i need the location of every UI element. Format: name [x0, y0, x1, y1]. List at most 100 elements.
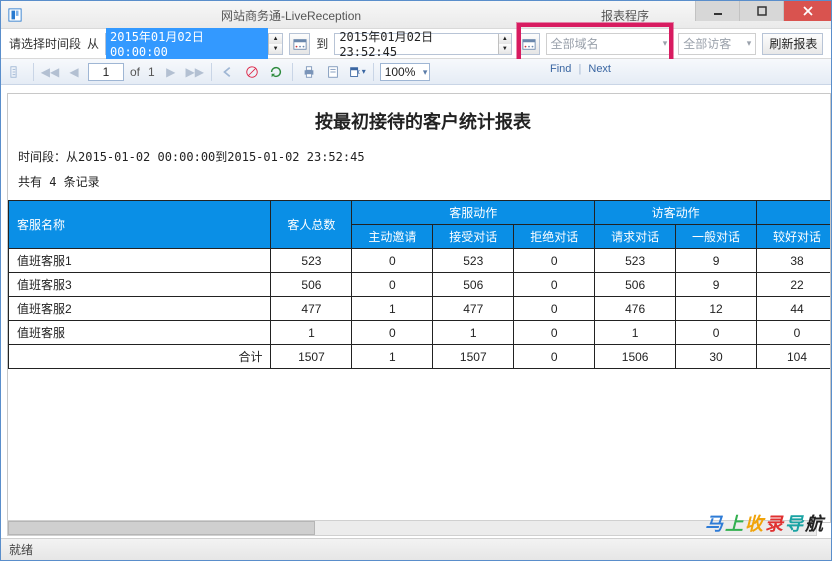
viewer-toolbar: ◀◀ ◀ 1 of 1 ▶ ▶▶ ▾ 100% Find | Next — [1, 59, 831, 85]
range-label: 请选择时间段 — [9, 35, 81, 52]
table-row: 值班客服2477147704761244 — [9, 297, 832, 321]
cell-request: 476 — [595, 297, 676, 321]
col-reject: 拒绝对话 — [514, 225, 595, 249]
cell-good: 38 — [757, 249, 831, 273]
find-next-links: Find | Next — [550, 63, 611, 75]
cell-invite: 0 — [352, 249, 433, 273]
date-to-spinner[interactable]: ▲▼ — [498, 34, 512, 54]
cell-invite: 0 — [352, 273, 433, 297]
table-row: 值班客服1010100 — [9, 321, 832, 345]
group-blank — [757, 201, 831, 225]
window-title-left: 网站商务通-LiveReception — [221, 7, 481, 24]
last-page-button[interactable]: ▶▶ — [185, 62, 205, 82]
prev-page-button[interactable]: ◀ — [64, 62, 84, 82]
filter-bar: 请选择时间段 从 2015年01月02日 00:00:00 ▲▼ 到 2015年… — [1, 29, 831, 59]
first-page-button[interactable]: ◀◀ — [40, 62, 60, 82]
zoom-select[interactable]: 100% — [380, 63, 431, 81]
horizontal-scrollbar[interactable] — [7, 520, 817, 536]
back-button[interactable] — [218, 62, 238, 82]
cell-accept: 506 — [433, 273, 514, 297]
col-request: 请求对话 — [595, 225, 676, 249]
cell-reject: 0 — [514, 273, 595, 297]
cell-normal: 12 — [676, 297, 757, 321]
scrollbar-thumb[interactable] — [8, 521, 315, 535]
date-to-field[interactable]: 2015年01月02日 23:52:45 ▲▼ — [334, 33, 512, 55]
report-area: 按最初接待的客户统计报表 时间段：从2015-01-02 00:00:00到20… — [1, 87, 831, 538]
print-button[interactable] — [299, 62, 319, 82]
date-to-value[interactable]: 2015年01月02日 23:52:45 — [335, 28, 497, 59]
cell-invite: 1 — [352, 297, 433, 321]
cell-name: 值班客服3 — [9, 273, 271, 297]
col-good: 较好对话 — [757, 225, 831, 249]
visitor-select-text: 全部访客 — [683, 35, 731, 52]
report-title: 按最初接待的客户统计报表 — [8, 94, 831, 144]
date-from-field[interactable]: 2015年01月02日 00:00:00 ▲▼ — [105, 33, 283, 55]
titlebar: 网站商务通-LiveReception 报表程序 — [1, 1, 831, 29]
next-page-button[interactable]: ▶ — [161, 62, 181, 82]
cell-name: 合计 — [9, 345, 271, 369]
cell-good: 104 — [757, 345, 831, 369]
cell-reject: 0 — [514, 345, 595, 369]
page-of-label: of — [128, 65, 142, 79]
status-bar: 就绪 — [1, 538, 831, 560]
cell-normal: 9 — [676, 273, 757, 297]
col-normal: 一般对话 — [676, 225, 757, 249]
chevron-down-icon: ▾ — [747, 38, 752, 49]
col-accept: 接受对话 — [433, 225, 514, 249]
window-controls — [695, 1, 831, 21]
date-from-value[interactable]: 2015年01月02日 00:00:00 — [106, 28, 268, 59]
report-table: 客服名称 客人总数 客服动作 访客动作 主动邀请 接受对话 拒绝对话 请求对话 … — [8, 200, 831, 369]
page-total: 1 — [146, 65, 157, 79]
find-link[interactable]: Find — [550, 63, 571, 75]
col-invite: 主动邀请 — [352, 225, 433, 249]
cell-good: 22 — [757, 273, 831, 297]
table-row: 值班客服350605060506922 — [9, 273, 832, 297]
cell-total: 1507 — [271, 345, 352, 369]
cell-request: 1 — [595, 321, 676, 345]
refresh-icon[interactable] — [266, 62, 286, 82]
date-from-spinner[interactable]: ▲▼ — [268, 34, 282, 54]
cell-invite: 0 — [352, 321, 433, 345]
col-name: 客服名称 — [9, 201, 271, 249]
cell-normal: 30 — [676, 345, 757, 369]
group-visitor: 访客动作 — [595, 201, 757, 225]
refresh-report-button[interactable]: 刷新报表 — [762, 33, 823, 55]
status-text: 就绪 — [9, 541, 33, 558]
cell-request: 523 — [595, 249, 676, 273]
cell-request: 506 — [595, 273, 676, 297]
stop-button[interactable] — [242, 62, 262, 82]
minimize-button[interactable] — [695, 1, 739, 21]
cell-reject: 0 — [514, 249, 595, 273]
cell-name: 值班客服1 — [9, 249, 271, 273]
cell-accept: 477 — [433, 297, 514, 321]
cell-total: 506 — [271, 273, 352, 297]
cell-invite: 1 — [352, 345, 433, 369]
table-total-row: 合计1507115070150630104 — [9, 345, 832, 369]
docmap-icon[interactable] — [7, 62, 27, 82]
next-link[interactable]: Next — [588, 63, 611, 75]
group-agent: 客服动作 — [352, 201, 595, 225]
close-button[interactable] — [783, 1, 831, 21]
cell-normal: 0 — [676, 321, 757, 345]
cell-normal: 9 — [676, 249, 757, 273]
page-setup-button[interactable] — [323, 62, 343, 82]
domain-select[interactable]: 全部域名 ▾ — [546, 33, 673, 55]
report-count: 共有 4 条记录 — [8, 169, 831, 194]
cell-total: 477 — [271, 297, 352, 321]
cell-accept: 1507 — [433, 345, 514, 369]
cell-name: 值班客服 — [9, 321, 271, 345]
cell-reject: 0 — [514, 321, 595, 345]
page-number-input[interactable]: 1 — [88, 63, 124, 81]
export-button[interactable]: ▾ — [347, 62, 367, 82]
report-page[interactable]: 按最初接待的客户统计报表 时间段：从2015-01-02 00:00:00到20… — [7, 93, 831, 523]
calendar-to-button[interactable] — [518, 33, 539, 55]
domain-select-text: 全部域名 — [551, 35, 599, 52]
cell-name: 值班客服2 — [9, 297, 271, 321]
to-label: 到 — [316, 35, 328, 52]
calendar-from-button[interactable] — [289, 33, 310, 55]
cell-reject: 0 — [514, 297, 595, 321]
cell-accept: 1 — [433, 321, 514, 345]
visitor-select[interactable]: 全部访客 ▾ — [678, 33, 756, 55]
maximize-button[interactable] — [739, 1, 783, 21]
cell-request: 1506 — [595, 345, 676, 369]
